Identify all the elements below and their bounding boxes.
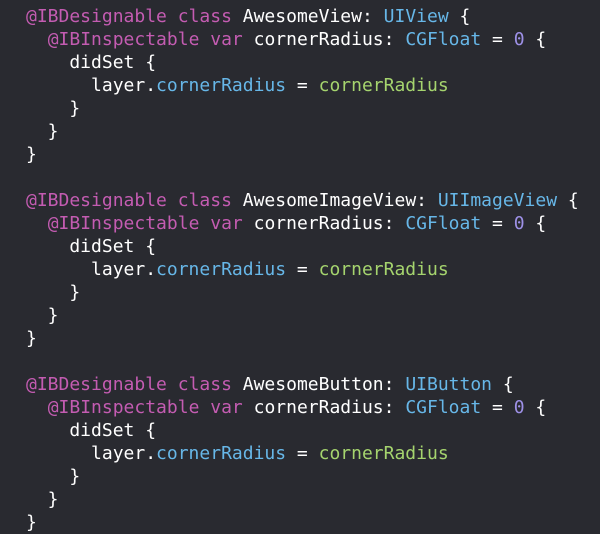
code-token-plain: layer. [26, 259, 157, 280]
code-token-plain: AwesomeButton: [231, 374, 406, 395]
code-token-type: CGFloat [405, 397, 482, 418]
code-token-plain: = [286, 75, 319, 96]
code-token-plain: { [448, 6, 471, 27]
code-token-plain: cornerRadius: [242, 397, 406, 418]
code-token-plain: didSet { [26, 420, 157, 441]
code-token-type: UIImageView [437, 190, 558, 211]
code-token-plain: } [26, 144, 37, 165]
code-token-plain: { [524, 397, 547, 418]
code-token-plain: = [481, 397, 514, 418]
code-token-plain: } [26, 121, 59, 142]
code-line[interactable]: } [26, 120, 579, 143]
code-line[interactable]: } [26, 465, 579, 488]
code-token-type: UIView [383, 6, 449, 27]
code-token-plain: } [26, 305, 59, 326]
code-token-identifier: cornerRadius [318, 259, 449, 280]
code-token-property: cornerRadius [156, 75, 287, 96]
code-line[interactable]: } [26, 281, 579, 304]
code-block[interactable]: @IBDesignable class AwesomeView: UIView … [26, 5, 579, 534]
code-token-keyword: var [210, 29, 243, 50]
code-token-type: CGFloat [405, 29, 482, 50]
code-token-plain: didSet { [26, 52, 157, 73]
code-line[interactable]: } [26, 327, 579, 350]
code-line[interactable]: } [26, 97, 579, 120]
code-token-plain: didSet { [26, 236, 157, 257]
code-token-plain: = [286, 259, 319, 280]
code-token-plain: { [524, 213, 547, 234]
code-token-property: cornerRadius [156, 259, 287, 280]
code-token-plain: = [481, 29, 514, 50]
code-token-plain: layer. [26, 75, 157, 96]
code-token-plain: } [26, 328, 37, 349]
code-editor[interactable]: @IBDesignable class AwesomeView: UIView … [0, 0, 600, 533]
code-token-number: 0 [513, 29, 525, 50]
code-token-identifier: cornerRadius [318, 443, 449, 464]
code-line[interactable]: @IBInspectable var cornerRadius: CGFloat… [26, 396, 579, 419]
code-token-plain: } [26, 512, 37, 533]
code-line[interactable]: didSet { [26, 235, 579, 258]
code-token-number: 0 [513, 397, 525, 418]
code-token-plain: } [26, 466, 81, 487]
code-line[interactable]: layer.cornerRadius = cornerRadius [26, 442, 579, 465]
code-token-attribute: @IBInspectable [47, 397, 200, 418]
code-token-attribute: @IBInspectable [47, 29, 200, 50]
code-line[interactable]: didSet { [26, 51, 579, 74]
code-line[interactable]: } [26, 143, 579, 166]
code-line[interactable]: @IBInspectable var cornerRadius: CGFloat… [26, 212, 579, 235]
code-token-type: UIButton [405, 374, 493, 395]
code-token-plain: AwesomeView: [231, 6, 384, 27]
code-line[interactable]: @IBInspectable var cornerRadius: CGFloat… [26, 28, 579, 51]
code-line[interactable]: } [26, 304, 579, 327]
code-token-attribute: @IBInspectable [47, 213, 200, 234]
code-token-keyword: class [177, 6, 232, 27]
code-token-plain: { [524, 29, 547, 50]
code-token-keyword: var [210, 213, 243, 234]
code-token-plain: = [286, 443, 319, 464]
code-token-plain: } [26, 98, 81, 119]
code-token-keyword: var [210, 397, 243, 418]
code-line[interactable]: @IBDesignable class AwesomeButton: UIBut… [26, 373, 579, 396]
code-token-keyword: class [177, 374, 232, 395]
code-token-plain: AwesomeImageView: [231, 190, 438, 211]
code-line[interactable]: layer.cornerRadius = cornerRadius [26, 258, 579, 281]
code-token-plain: } [26, 282, 81, 303]
code-token-plain: = [481, 213, 514, 234]
code-token-number: 0 [513, 213, 525, 234]
code-token-attribute: @IBDesignable [26, 6, 167, 27]
code-line[interactable]: didSet { [26, 419, 579, 442]
code-token-plain: { [492, 374, 514, 395]
code-line[interactable]: layer.cornerRadius = cornerRadius [26, 74, 579, 97]
code-line[interactable]: } [26, 511, 579, 534]
code-token-attribute: @IBDesignable [26, 190, 167, 211]
code-token-plain: cornerRadius: [242, 29, 406, 50]
code-token-identifier: cornerRadius [318, 75, 449, 96]
code-token-plain: layer. [26, 443, 157, 464]
code-line[interactable] [26, 350, 579, 373]
code-token-plain: { [557, 190, 579, 211]
code-token-attribute: @IBDesignable [26, 374, 167, 395]
code-line[interactable]: @IBDesignable class AwesomeView: UIView … [26, 5, 579, 28]
code-line[interactable] [26, 166, 579, 189]
code-token-plain: cornerRadius: [242, 213, 406, 234]
code-token-property: cornerRadius [156, 443, 287, 464]
code-line[interactable]: @IBDesignable class AwesomeImageView: UI… [26, 189, 579, 212]
code-token-type: CGFloat [405, 213, 482, 234]
code-token-keyword: class [177, 190, 232, 211]
